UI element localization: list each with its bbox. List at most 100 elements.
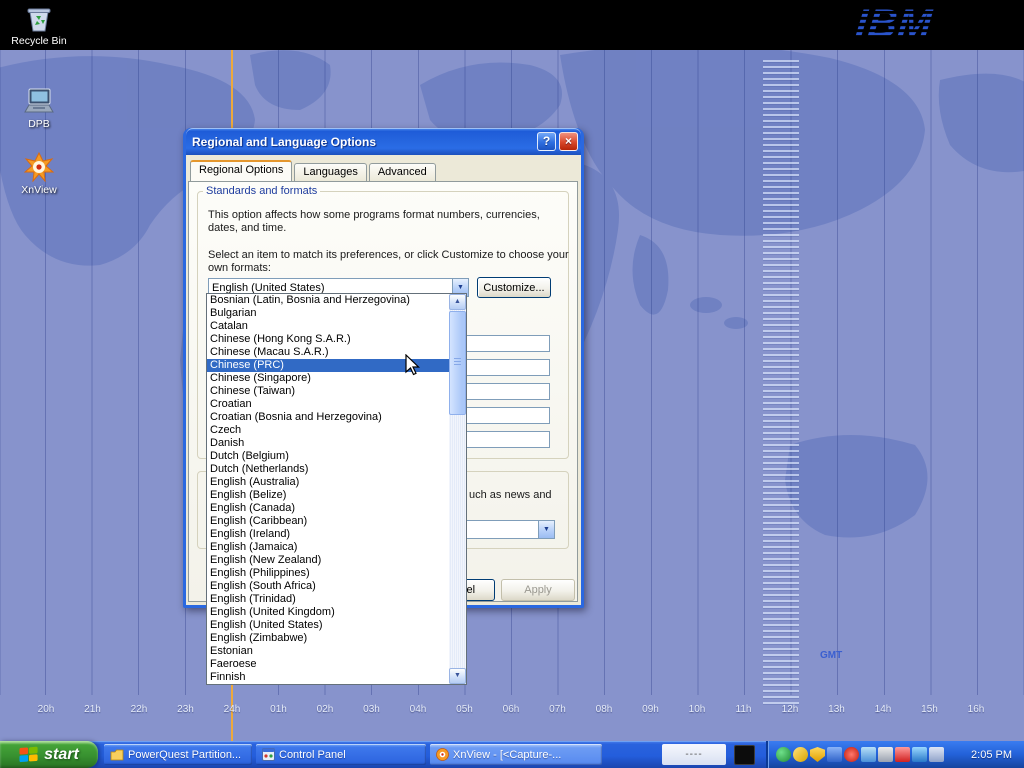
tray-icon[interactable] [810, 747, 825, 762]
task-label: PowerQuest Partition... [128, 749, 241, 761]
dropdown-item[interactable]: English (Ireland) [207, 528, 449, 541]
dialog-title: Regional and Language Options [192, 135, 534, 149]
hour-label: 05h [452, 704, 478, 715]
hour-label: 08h [591, 704, 617, 715]
dropdown-item[interactable]: English (Australia) [207, 476, 449, 489]
tray-icon[interactable] [861, 747, 876, 762]
dropdown-item[interactable]: Faeroese [207, 658, 449, 671]
dropdown-item[interactable]: Czech [207, 424, 449, 437]
dropdown-item[interactable]: Finnish [207, 671, 449, 684]
tab-regional-options[interactable]: Regional Options [190, 160, 292, 181]
desktop-icon-dpb[interactable]: DPB [10, 86, 68, 130]
dropdown-item[interactable]: Chinese (Taiwan) [207, 385, 449, 398]
tray-icon[interactable] [895, 747, 910, 762]
windows-flag-icon [19, 746, 39, 763]
chevron-down-icon[interactable]: ▼ [538, 521, 554, 538]
dropdown-item[interactable]: English (Caribbean) [207, 515, 449, 528]
format-instruction-text: Select an item to match its preferences,… [208, 249, 573, 275]
tray-icon[interactable] [844, 747, 859, 762]
format-description-text: This option affects how some programs fo… [208, 209, 558, 235]
hour-label: 09h [638, 704, 664, 715]
tray-icon[interactable] [878, 747, 893, 762]
taskbar-task-powerquest[interactable]: PowerQuest Partition... [104, 744, 252, 765]
customize-button[interactable]: Customize... [477, 277, 551, 298]
group-title: Standards and formats [203, 185, 320, 197]
hour-label: 21h [80, 704, 106, 715]
tray-icons [776, 747, 944, 762]
start-label: start [44, 746, 79, 764]
location-description-fragment: uch as news and [469, 489, 552, 501]
dropdown-item[interactable]: Bulgarian [207, 307, 449, 320]
control-panel-icon [262, 748, 275, 761]
scroll-down-icon[interactable]: ▼ [449, 668, 466, 684]
tray-icon[interactable] [929, 747, 944, 762]
dropdown-items: Bosnian (Latin, Bosnia and Herzegovina)B… [207, 294, 449, 684]
dropdown-item[interactable]: Dutch (Belgium) [207, 450, 449, 463]
taskbar-overflow-button[interactable]: ---- [662, 744, 726, 765]
hour-label: 14h [870, 704, 896, 715]
task-label: Control Panel [279, 749, 346, 761]
dialog-titlebar[interactable]: Regional and Language Options ? × [186, 128, 581, 155]
hour-label: 02h [312, 704, 338, 715]
hour-label: 23h [173, 704, 199, 715]
hour-label: 16h [963, 704, 989, 715]
dropdown-item[interactable]: English (Philippines) [207, 567, 449, 580]
hour-label: 22h [126, 704, 152, 715]
task-label: XnView - [<Capture-... [453, 749, 561, 761]
desktop-icon-label: Recycle Bin [11, 35, 66, 47]
tray-icon[interactable] [827, 747, 842, 762]
hour-label: 04h [405, 704, 431, 715]
dropdown-item[interactable]: English (Belize) [207, 489, 449, 502]
help-button[interactable]: ? [537, 132, 556, 151]
dropdown-item[interactable]: English (South Africa) [207, 580, 449, 593]
tab-advanced[interactable]: Advanced [369, 163, 436, 181]
hour-label: 03h [359, 704, 385, 715]
taskbar-clock: 2:05 PM [971, 749, 1024, 761]
wallpaper-top-band: IBM [0, 0, 1024, 50]
taskbar-task-control-panel[interactable]: Control Panel [256, 744, 426, 765]
dropdown-item[interactable]: Danish [207, 437, 449, 450]
dropdown-item[interactable]: English (United Kingdom) [207, 606, 449, 619]
dropdown-item[interactable]: Dutch (Netherlands) [207, 463, 449, 476]
date-line-hatch-band [763, 60, 799, 705]
hour-label: 24h [219, 704, 245, 715]
scroll-up-icon[interactable]: ▲ [449, 294, 466, 310]
dropdown-item[interactable]: English (Canada) [207, 502, 449, 515]
hour-labels-row: 20h21h22h23h24h01h02h03h04h05h06h07h08h0… [33, 704, 989, 715]
taskbar: start PowerQuest Partition... Control Pa… [0, 741, 1024, 768]
taskbar-task-xnview[interactable]: XnView - [<Capture-... [430, 744, 602, 765]
tray-icon[interactable] [912, 747, 927, 762]
desktop-icon-label: DPB [28, 118, 50, 130]
desktop-icon-recycle-bin[interactable]: Recycle Bin [10, 3, 68, 47]
dropdown-item[interactable]: English (Jamaica) [207, 541, 449, 554]
dropdown-item[interactable]: English (Trinidad) [207, 593, 449, 606]
tab-languages[interactable]: Languages [294, 163, 366, 181]
dropdown-item[interactable]: Croatian (Bosnia and Herzegovina) [207, 411, 449, 424]
xnview-icon [24, 152, 54, 182]
hour-label: 10h [684, 704, 710, 715]
taskbar-dark-icon[interactable] [734, 745, 755, 765]
hour-label: 01h [266, 704, 292, 715]
dropdown-scrollbar[interactable]: ▲ ▼ [449, 294, 466, 684]
dropdown-item[interactable]: Chinese (Hong Kong S.A.R.) [207, 333, 449, 346]
laptop-icon [23, 86, 55, 116]
dropdown-item[interactable]: English (Zimbabwe) [207, 632, 449, 645]
dropdown-item[interactable]: English (United States) [207, 619, 449, 632]
recycle-bin-icon [24, 3, 54, 33]
dropdown-item[interactable]: Catalan [207, 320, 449, 333]
desktop-icon-xnview[interactable]: XnView [10, 152, 68, 196]
scrollbar-thumb[interactable] [449, 311, 466, 415]
tray-icon[interactable] [776, 747, 791, 762]
dropdown-item[interactable]: Estonian [207, 645, 449, 658]
dropdown-item[interactable]: Bosnian (Latin, Bosnia and Herzegovina) [207, 294, 449, 307]
tray-icon[interactable] [793, 747, 808, 762]
ibm-logo: IBM [853, 2, 934, 47]
language-dropdown-list: Bosnian (Latin, Bosnia and Herzegovina)B… [206, 293, 467, 685]
close-button[interactable]: × [559, 132, 578, 151]
dropdown-item[interactable]: English (New Zealand) [207, 554, 449, 567]
dropdown-item[interactable]: Croatian [207, 398, 449, 411]
tab-strip: Regional Options Languages Advanced [190, 163, 438, 181]
hour-label: 11h [731, 704, 757, 715]
start-button[interactable]: start [0, 741, 98, 768]
hour-label: 06h [498, 704, 524, 715]
